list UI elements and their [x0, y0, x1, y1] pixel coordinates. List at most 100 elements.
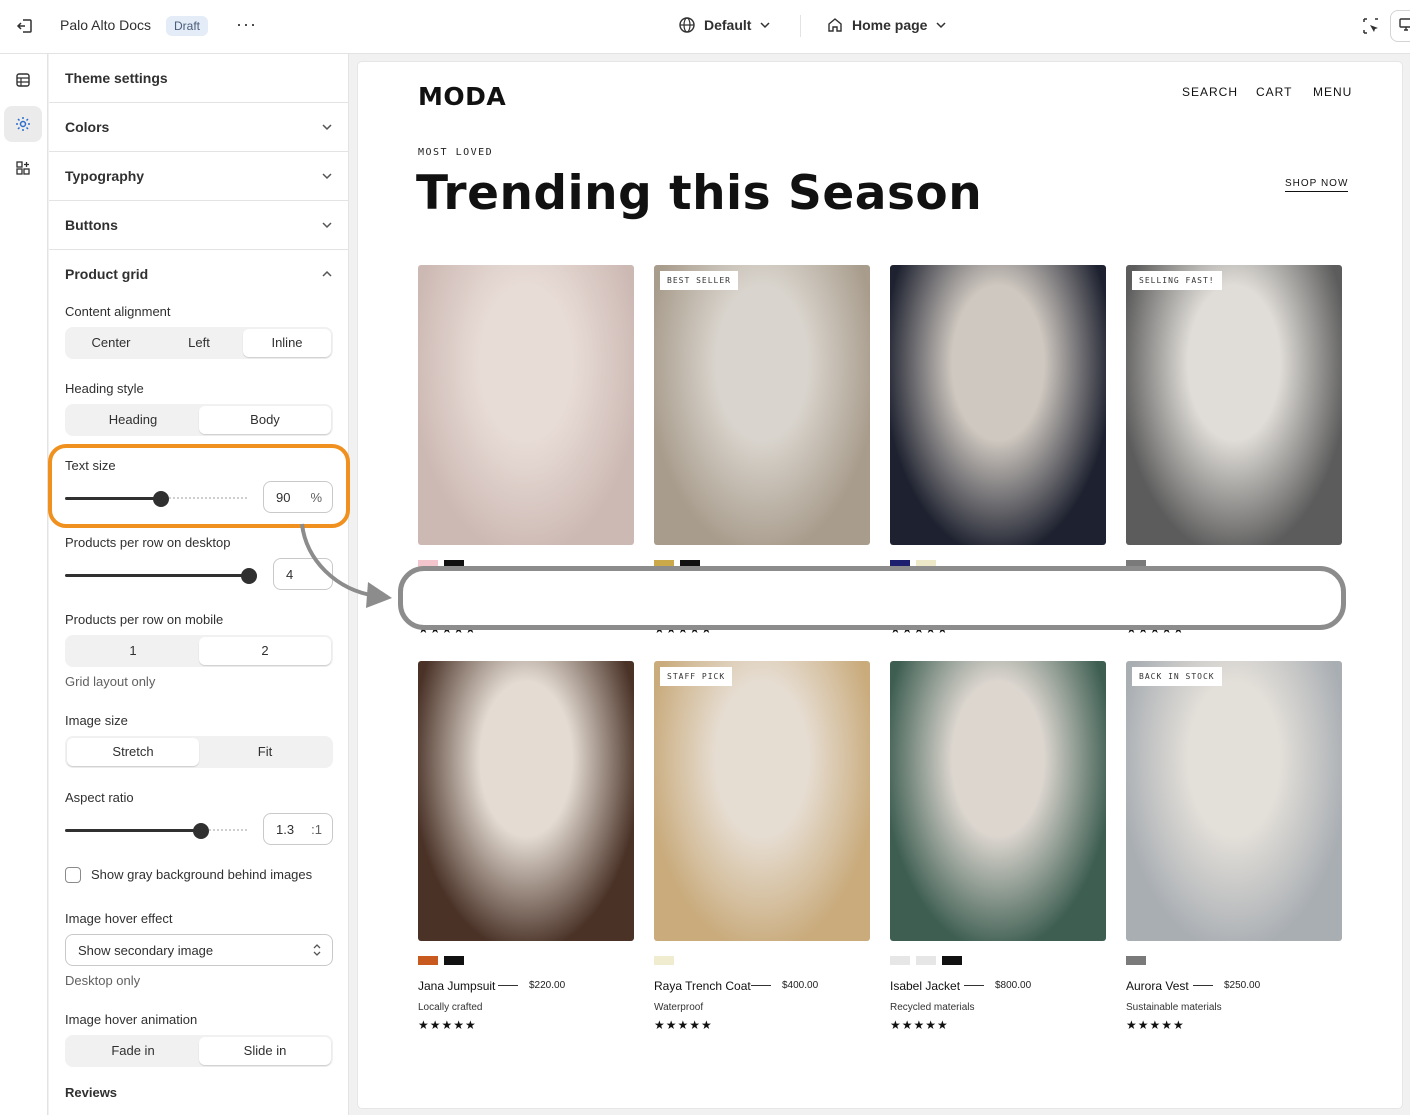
panel-title: Theme settings: [65, 70, 168, 86]
product-subtitle: Recycled materials: [890, 1002, 975, 1013]
slider-knob[interactable]: [241, 568, 257, 584]
apps-icon: [16, 161, 30, 175]
image-size-control: Stretch Fit: [65, 736, 333, 768]
page-selector[interactable]: Home page: [826, 16, 947, 34]
heading-style-body-option[interactable]: Body: [199, 406, 331, 434]
nav-search[interactable]: SEARCH: [1182, 85, 1238, 99]
section-eyebrow: MOST LOVED: [418, 147, 494, 158]
product-name[interactable]: Raya Trench Coat: [654, 979, 751, 993]
section-reviews[interactable]: Reviews: [65, 1085, 117, 1100]
home-icon: [828, 18, 842, 32]
color-swatch[interactable]: [1126, 956, 1146, 965]
product-badge: BACK IN STOCK: [1132, 667, 1222, 686]
theme-settings-button[interactable]: [4, 106, 42, 142]
hover-animation-fade-option[interactable]: Fade in: [67, 1037, 199, 1065]
alignment-center-option[interactable]: Center: [67, 329, 155, 357]
mobile-1-option[interactable]: 1: [67, 637, 199, 665]
product-name[interactable]: Isabel Jacket: [890, 979, 960, 993]
product-image[interactable]: [1126, 265, 1342, 545]
product-subtitle: Waterproof: [654, 1002, 704, 1013]
device-toggle-button[interactable]: [1390, 10, 1410, 42]
product-name[interactable]: Aurora Vest: [1126, 979, 1189, 993]
section-colors[interactable]: Colors: [49, 102, 348, 151]
status-badge: Draft: [166, 16, 209, 36]
price-divider: [964, 985, 984, 986]
divider: [800, 15, 801, 37]
arrow-icon: [300, 523, 392, 608]
inspector-icon[interactable]: [1360, 15, 1382, 37]
section-product-grid[interactable]: Product grid: [49, 249, 348, 298]
product-badge: BEST SELLER: [660, 271, 738, 290]
theme-selector[interactable]: Default: [678, 16, 771, 34]
aspect-ratio-label: Aspect ratio: [65, 790, 134, 805]
heading-style-control: Heading Body: [65, 404, 333, 436]
top-bar: Palo Alto Docs Draft ··· Default Home pa…: [0, 0, 1410, 54]
aspect-ratio-unit: :1: [311, 822, 322, 837]
hover-animation-slide-option[interactable]: Slide in: [199, 1037, 331, 1065]
exit-icon[interactable]: [14, 15, 36, 37]
section-label: Product grid: [65, 266, 149, 282]
product-image[interactable]: [418, 661, 634, 941]
page-label: Home page: [852, 17, 928, 33]
store-logo[interactable]: MODA: [418, 82, 506, 111]
text-size-highlight: [48, 444, 350, 528]
color-swatch[interactable]: [916, 956, 936, 965]
image-size-fit-option[interactable]: Fit: [199, 738, 331, 766]
hover-effect-value: Show secondary image: [78, 943, 214, 958]
product-image[interactable]: [418, 265, 634, 545]
aspect-ratio-value: 1.3: [276, 822, 295, 837]
product-price: $220.00: [529, 980, 566, 991]
product-image[interactable]: [890, 265, 1106, 545]
section-typography[interactable]: Typography: [49, 151, 348, 200]
product-image[interactable]: [1126, 661, 1342, 941]
products-mobile-control: 1 2: [65, 635, 333, 667]
section-buttons[interactable]: Buttons: [49, 200, 348, 249]
color-swatches: [890, 956, 962, 965]
slider-knob[interactable]: [193, 823, 209, 839]
color-swatch[interactable]: [418, 956, 438, 965]
color-swatches: [654, 956, 674, 965]
aspect-ratio-slider[interactable]: [65, 823, 247, 839]
alignment-left-option[interactable]: Left: [155, 329, 243, 357]
chevron-down-icon: [322, 222, 332, 229]
product-image[interactable]: [654, 661, 870, 941]
select-arrows-icon: [313, 944, 321, 956]
product-image[interactable]: [890, 661, 1106, 941]
mobile-2-option[interactable]: 2: [199, 637, 331, 665]
hover-effect-label: Image hover effect: [65, 911, 173, 926]
product-image[interactable]: [654, 265, 870, 545]
content-alignment-control: Center Left Inline: [65, 327, 333, 359]
chevron-down-icon: [322, 124, 332, 131]
image-size-stretch-option[interactable]: Stretch: [67, 738, 199, 766]
products-desktop-slider[interactable]: [65, 568, 257, 584]
sidebar-rail: [0, 54, 48, 1115]
product-subtitle: Locally crafted: [418, 1002, 483, 1013]
color-swatch[interactable]: [444, 956, 464, 965]
product-price: $800.00: [995, 980, 1032, 991]
aspect-ratio-input[interactable]: 1.3 :1: [263, 813, 333, 845]
color-swatch[interactable]: [890, 956, 910, 965]
price-divider: [751, 985, 771, 986]
rating-stars: ★★★★★: [654, 1018, 713, 1032]
sections-button[interactable]: [4, 62, 42, 98]
store-name: Palo Alto Docs: [60, 17, 152, 33]
gray-background-label: Show gray background behind images: [91, 867, 313, 882]
rating-stars: ★★★★★: [418, 1018, 477, 1032]
product-badge: STAFF PICK: [660, 667, 733, 686]
color-swatch[interactable]: [942, 956, 962, 965]
nav-menu[interactable]: MENU: [1313, 85, 1352, 99]
shop-now-link[interactable]: SHOP NOW: [1285, 178, 1349, 192]
more-actions-button[interactable]: ···: [236, 14, 258, 36]
color-swatch[interactable]: [654, 956, 674, 965]
product-price: $400.00: [782, 980, 819, 991]
chevron-up-icon: [322, 270, 332, 277]
nav-cart[interactable]: CART: [1256, 85, 1292, 99]
price-divider: [1193, 985, 1213, 986]
apps-button[interactable]: [4, 150, 42, 186]
gray-background-checkbox[interactable]: [65, 867, 81, 883]
product-name[interactable]: Jana Jumpsuit: [418, 979, 495, 993]
chevron-down-icon: [936, 22, 946, 29]
hover-effect-select[interactable]: Show secondary image: [65, 934, 333, 966]
heading-style-heading-option[interactable]: Heading: [67, 406, 199, 434]
alignment-inline-option[interactable]: Inline: [243, 329, 331, 357]
